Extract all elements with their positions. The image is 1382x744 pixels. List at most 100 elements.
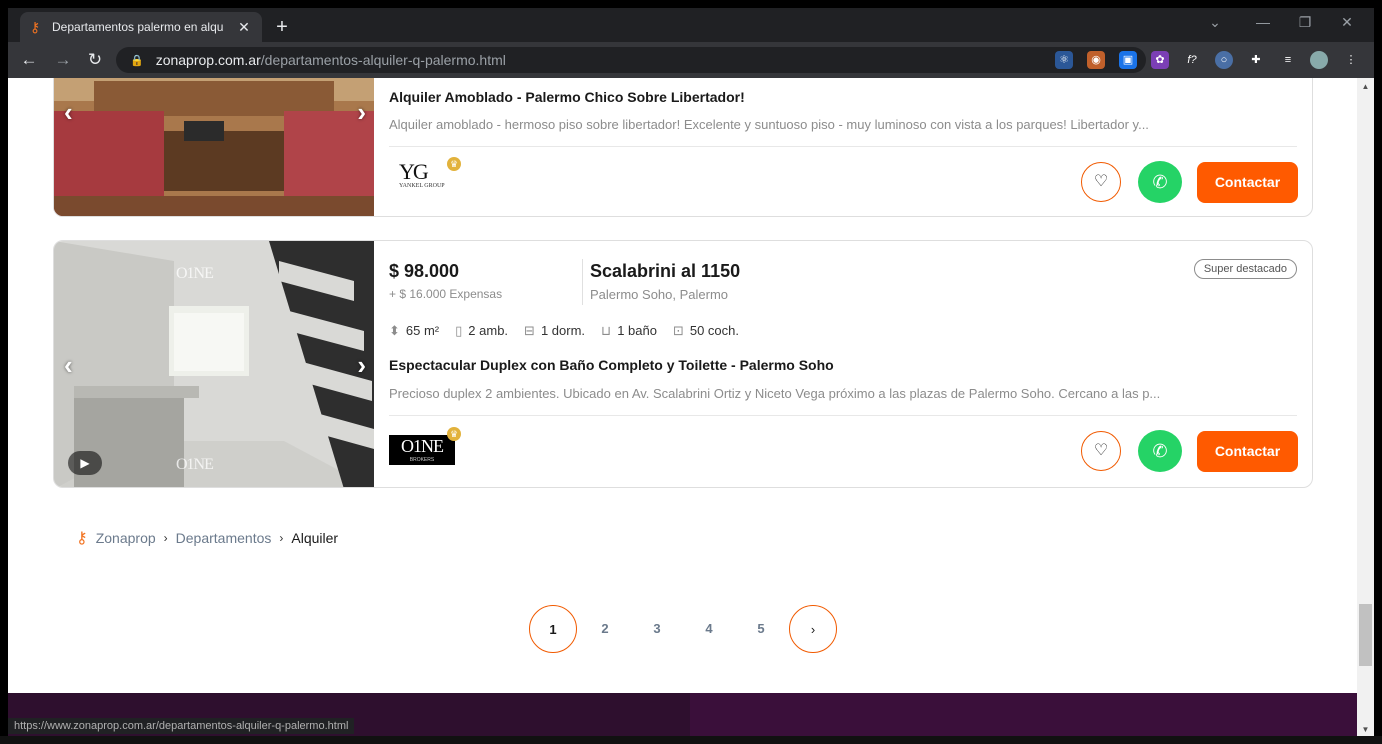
listing-card[interactable]: ‹ › Alquiler Amoblado - Palermo Chico So… <box>53 78 1313 217</box>
reading-list-icon[interactable]: ≡ <box>1279 51 1297 69</box>
extension-formula-icon[interactable]: f? <box>1183 51 1201 69</box>
car-icon: ⊡ <box>672 323 684 338</box>
breadcrumb-departamentos[interactable]: Departamentos <box>176 530 272 546</box>
extension-window-icon[interactable]: ▣ <box>1119 51 1137 69</box>
breadcrumb-current: Alquiler <box>291 530 339 546</box>
browser-chrome: ⚷ Departamentos palermo en alqu ✕ + ⌄ — … <box>8 8 1374 78</box>
minimize-button[interactable]: — <box>1248 14 1278 30</box>
page-4-button[interactable]: 4 <box>685 605 733 653</box>
address-bar[interactable]: 🔒 zonaprop.com.ar/departamentos-alquiler… <box>116 47 1146 73</box>
forward-button[interactable]: → <box>52 50 74 72</box>
listing-content: Alquiler Amoblado - Palermo Chico Sobre … <box>389 78 1298 216</box>
url-text: zonaprop.com.ar/departamentos-alquiler-q… <box>155 52 506 68</box>
divider <box>389 415 1297 416</box>
tab-search-icon[interactable]: ⌄ <box>1200 14 1230 31</box>
feature-ambientes: ▯ 2 amb. <box>455 323 509 338</box>
listing-title[interactable]: Alquiler Amoblado - Palermo Chico Sobre … <box>389 89 745 105</box>
feature-banos: ⊔ 1 baño <box>601 323 657 338</box>
status-bar-url: https://www.zonaprop.com.ar/departamento… <box>8 718 355 734</box>
close-window-button[interactable]: ✕ <box>1332 14 1362 31</box>
profile-avatar[interactable] <box>1310 51 1328 69</box>
listing-photo[interactable]: ‹ › <box>54 78 374 216</box>
extension-circle-icon[interactable]: ○ <box>1215 51 1233 69</box>
living-room-photo <box>54 78 374 216</box>
page-viewport: ‹ › Alquiler Amoblado - Palermo Chico So… <box>8 78 1357 736</box>
contact-button[interactable]: Contactar <box>1197 162 1298 203</box>
divider <box>389 146 1297 147</box>
favorite-button[interactable]: ♡ <box>1081 431 1121 471</box>
prev-photo-icon[interactable]: ‹ <box>64 97 73 128</box>
area-icon: ⬍ <box>389 323 400 338</box>
premium-crown-icon: ♛ <box>447 427 461 441</box>
browser-toolbar: ← → ↻ 🔒 zonaprop.com.ar/departamentos-al… <box>8 42 1374 78</box>
page-3-button[interactable]: 3 <box>633 605 681 653</box>
zonaprop-key-icon: ⚷ <box>76 530 88 547</box>
feature-dormitorios: ⊟ 1 dorm. <box>524 323 586 338</box>
page-scrollbar[interactable]: ▲ ▼ <box>1357 78 1374 736</box>
contact-button[interactable]: Contactar <box>1197 431 1298 472</box>
listing-expensas: + $ 16.000 Expensas <box>389 287 503 301</box>
listing-description: Precioso duplex 2 ambientes. Ubicado en … <box>389 386 1161 401</box>
restore-button[interactable]: ❐ <box>1290 14 1320 31</box>
agency-logo[interactable]: YG YANKEL GROUP ♛ <box>389 157 461 191</box>
next-photo-icon[interactable]: › <box>357 350 366 381</box>
zonaprop-key-icon: ⚷ <box>30 18 41 35</box>
page-1-button[interactable]: 1 <box>529 605 577 653</box>
scrollbar-thumb[interactable] <box>1359 604 1372 666</box>
listing-features: ⬍ 65 m² ▯ 2 amb. ⊟ 1 dorm. ⊔ 1 baño ⊡ 50 coch… <box>389 323 739 339</box>
whatsapp-icon: ✆ <box>1152 441 1168 461</box>
extension-react-icon[interactable]: ⚛ <box>1055 51 1073 69</box>
browser-tab[interactable]: ⚷ Departamentos palermo en alqu ✕ <box>20 12 262 42</box>
bed-icon: ⊟ <box>524 323 535 338</box>
door-icon: ▯ <box>455 323 463 338</box>
breadcrumb: ⚷ Zonaprop › Departamentos › Alquiler <box>76 528 338 548</box>
listing-description: Alquiler amoblado - hermoso piso sobre l… <box>389 117 1149 132</box>
favorite-button[interactable]: ♡ <box>1081 162 1121 202</box>
new-tab-button[interactable]: + <box>270 16 294 40</box>
next-page-button[interactable]: › <box>789 605 837 653</box>
listing-title[interactable]: Espectacular Duplex con Baño Completo y … <box>389 357 834 373</box>
feature-area: ⬍ 65 m² <box>389 323 440 338</box>
close-tab-icon[interactable]: ✕ <box>236 19 252 36</box>
chevron-right-icon: › <box>163 531 168 545</box>
scroll-down-icon[interactable]: ▼ <box>1357 725 1374 734</box>
toilet-icon: ⊔ <box>601 323 612 338</box>
page-5-button[interactable]: 5 <box>737 605 785 653</box>
whatsapp-button[interactable]: ✆ <box>1138 161 1182 203</box>
whatsapp-button[interactable]: ✆ <box>1138 430 1182 472</box>
listing-price: $ 98.000 <box>389 261 460 281</box>
premium-crown-icon: ♛ <box>447 157 461 171</box>
tab-strip: ⚷ Departamentos palermo en alqu ✕ + ⌄ — … <box>8 8 1374 42</box>
listing-photo[interactable]: O1NE O1NE ‹ › ▶ <box>54 241 374 487</box>
scroll-up-icon[interactable]: ▲ <box>1357 82 1374 91</box>
page-2-button[interactable]: 2 <box>581 605 629 653</box>
duplex-interior-photo <box>54 241 374 487</box>
back-button[interactable]: ← <box>18 50 40 72</box>
chevron-right-icon: › <box>810 622 816 637</box>
footer-panel <box>690 693 1357 736</box>
breadcrumb-home[interactable]: Zonaprop <box>96 530 156 546</box>
next-photo-icon[interactable]: › <box>357 97 366 128</box>
feature-cocheras: ⊡ 50 coch. <box>672 323 740 338</box>
price-divider <box>582 259 583 305</box>
extension-color-icon[interactable]: ✿ <box>1151 51 1169 69</box>
tab-title: Departamentos palermo en alqu <box>52 20 224 34</box>
extension-owl-icon[interactable]: ◉ <box>1087 51 1105 69</box>
status-badge: Super destacado <box>1193 259 1297 279</box>
listing-content: $ 98.000 + $ 16.000 Expensas Scalabrini … <box>389 241 1298 487</box>
listing-address: Scalabrini al 1150 <box>590 261 741 281</box>
chevron-right-icon: › <box>279 531 284 545</box>
listing-location: Palermo Soho, Palermo <box>590 287 729 302</box>
prev-photo-icon[interactable]: ‹ <box>64 350 73 381</box>
heart-icon: ♡ <box>1093 173 1109 190</box>
video-icon[interactable]: ▶ <box>68 451 102 475</box>
menu-kebab-icon[interactable]: ⋮ <box>1342 51 1360 69</box>
photo-watermark-top: O1NE <box>176 265 214 282</box>
os-taskbar <box>0 736 1382 744</box>
heart-icon: ♡ <box>1093 442 1109 459</box>
lock-icon: 🔒 <box>130 54 144 67</box>
extensions-puzzle-icon[interactable]: ✚ <box>1247 51 1265 69</box>
agency-logo[interactable]: O1NE BROKERS ♛ <box>389 427 461 465</box>
listing-card[interactable]: O1NE O1NE ‹ › ▶ $ 98.000 + $ 16.000 Expe… <box>53 240 1313 488</box>
reload-button[interactable]: ↻ <box>84 50 106 72</box>
